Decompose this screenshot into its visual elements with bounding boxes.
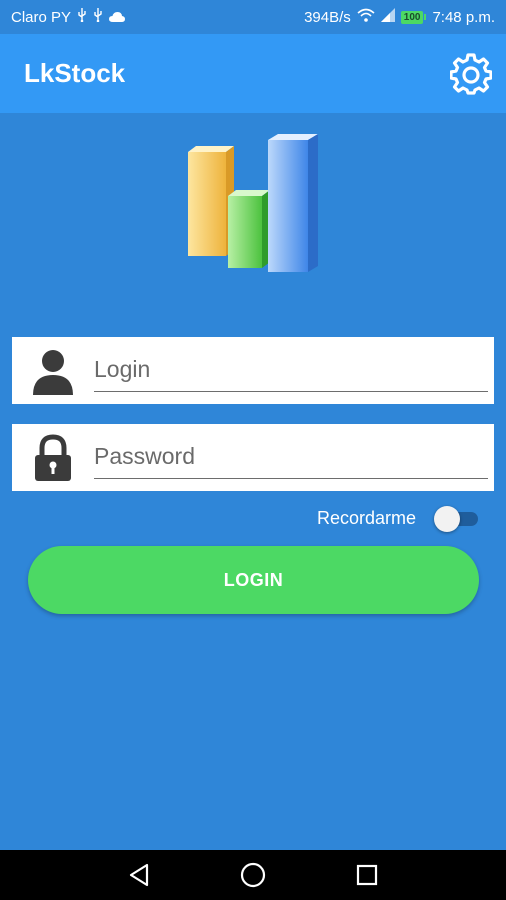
toggle-thumb [434, 506, 460, 532]
signal-icon [380, 8, 395, 26]
remember-label: Recordarme [316, 507, 416, 528]
bar-chart-logo-icon [188, 134, 318, 272]
network-speed: 394B/s [304, 8, 351, 26]
navigation-bar [0, 850, 506, 900]
password-field-card [12, 424, 494, 491]
recents-icon [356, 864, 378, 886]
password-input-wrap [94, 424, 488, 491]
login-input[interactable] [94, 352, 488, 392]
gear-icon [450, 52, 492, 95]
status-bar: Claro PY 394B/s 100 7:48 p.m. [0, 0, 506, 34]
remember-toggle[interactable] [434, 503, 480, 533]
recents-button[interactable] [353, 861, 381, 889]
user-icon [12, 347, 94, 395]
home-icon [240, 862, 266, 888]
cloud-icon [109, 9, 126, 26]
app-title: LkStock [24, 58, 126, 88]
carrier-label: Claro PY [11, 8, 72, 26]
back-button[interactable] [125, 861, 153, 889]
back-icon [129, 863, 149, 887]
usb-icon [77, 8, 87, 26]
login-button[interactable]: LOGIN [28, 546, 479, 614]
app-logo [182, 132, 324, 277]
usb-icon [93, 8, 103, 26]
home-button[interactable] [239, 861, 267, 889]
battery-icon: 100 [400, 10, 427, 24]
status-right: 394B/s 100 7:48 p.m. [304, 8, 495, 26]
clock: 7:48 p.m. [432, 8, 495, 26]
login-input-wrap [94, 337, 488, 404]
lock-icon [12, 433, 94, 482]
app-bar: LkStock [0, 34, 506, 113]
remember-row: Recordarme [317, 503, 480, 533]
settings-button[interactable] [448, 51, 494, 97]
status-left: Claro PY [11, 8, 126, 26]
password-input[interactable] [94, 439, 488, 479]
battery-level: 100 [400, 10, 424, 24]
wifi-icon [357, 8, 375, 26]
login-field-card [12, 337, 494, 404]
